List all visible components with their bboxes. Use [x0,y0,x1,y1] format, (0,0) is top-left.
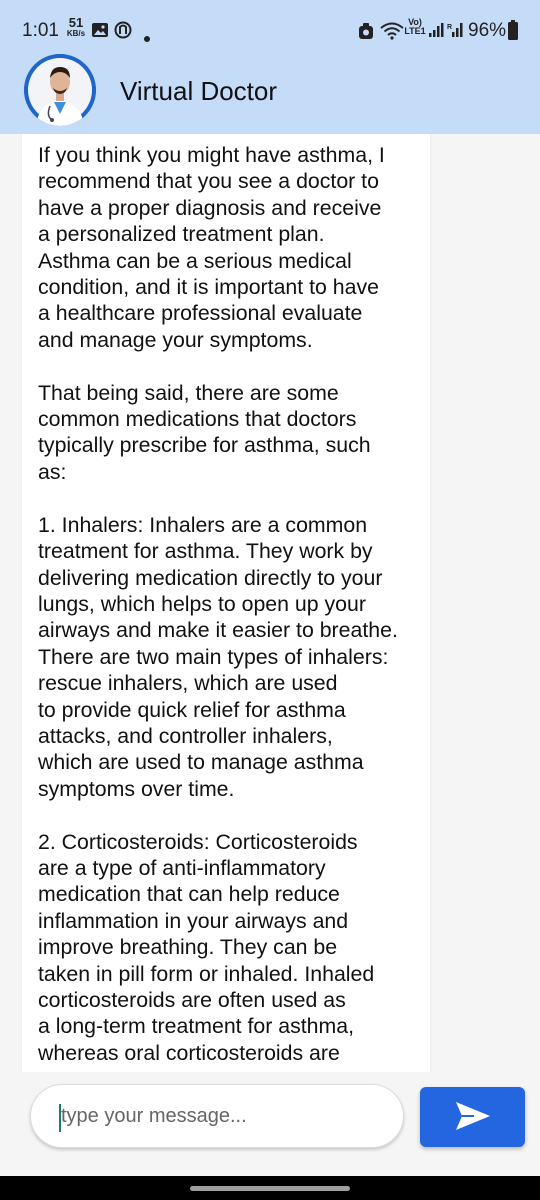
data-rate-value: 51 [68,15,84,30]
send-button[interactable] [420,1087,525,1147]
status-bar: 1:01 51 KB/s Vo) LTE1 R 96% [0,0,540,56]
bot-message-text: If you think you might have asthma, I re… [38,143,398,1065]
send-icon [454,1100,492,1135]
battery-percent: 96% [468,20,507,41]
chat-area[interactable]: If you think you might have asthma, I re… [0,134,540,1072]
screenshot-icon [358,22,374,46]
signal-roaming-icon: R [447,22,465,44]
text-caret [59,1104,61,1132]
system-nav-bar [0,1176,540,1200]
app-header: 1:01 51 KB/s Vo) LTE1 R 96% Virtual Doct… [0,0,540,134]
doctor-avatar [24,54,96,126]
data-rate-unit: KB/s [66,29,86,38]
svg-text:R: R [447,24,452,31]
bot-message-bubble: If you think you might have asthma, I re… [22,134,430,1072]
signal-icon [428,22,444,44]
data-rate: 51 KB/s [64,15,88,38]
message-input[interactable] [30,1084,404,1148]
network-label: Vo) LTE1 [404,17,426,36]
dot-icon [143,27,151,49]
app-title: Virtual Doctor [120,76,278,106]
battery-icon [508,20,518,46]
status-time: 1:01 [22,20,59,41]
app-icon [114,21,132,45]
wifi-icon [380,22,404,46]
home-gesture-handle[interactable] [190,1186,350,1191]
message-composer [0,1072,540,1176]
gallery-icon [91,22,109,44]
